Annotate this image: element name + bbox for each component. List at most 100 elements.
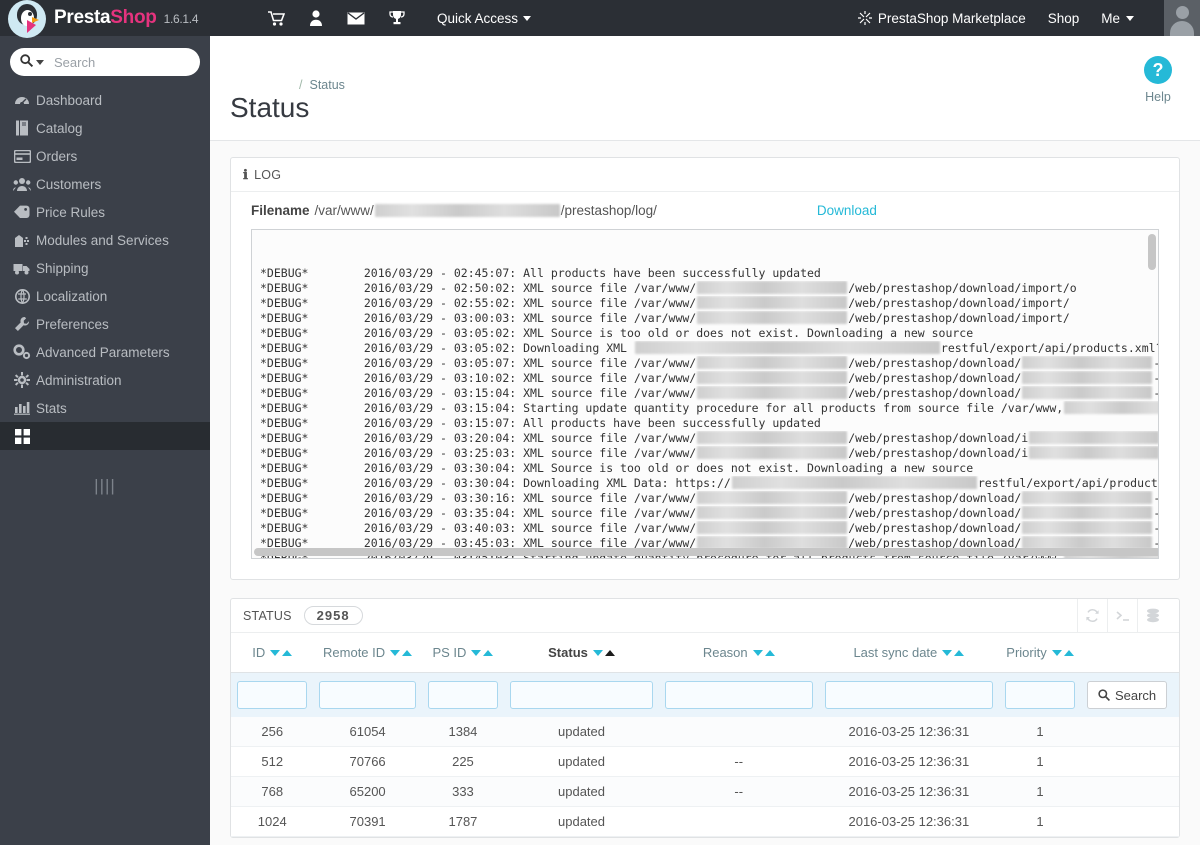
orders-icon (8, 149, 36, 163)
table-row[interactable]: 1024 70391 1787 updated 2016-03-25 12:36:31 1 (231, 806, 1179, 837)
me-menu[interactable]: Me (1101, 11, 1134, 26)
column-header-last_sync[interactable]: Last sync date (818, 633, 1000, 673)
column-header-remote_id[interactable]: Remote ID (313, 633, 422, 673)
sidebar-item-advanced-parameters[interactable]: Advanced Parameters (0, 338, 210, 366)
sort-desc-icon[interactable] (1051, 650, 1062, 656)
brand-logo[interactable]: PrestaShop 1.6.1.4 (0, 0, 210, 38)
avatar[interactable] (1164, 0, 1200, 36)
log-level: *DEBUG* (260, 281, 309, 295)
log-timestamp: 2016/03/29 - 03:15:04: (363, 401, 517, 415)
filter-input-ps_id[interactable] (427, 681, 499, 709)
sort-desc-icon[interactable] (471, 650, 482, 656)
sort-controls[interactable] (1051, 650, 1074, 656)
filter-input-status[interactable] (510, 681, 653, 709)
sort-controls[interactable] (471, 650, 494, 656)
filter-cell-reason (658, 672, 819, 717)
sort-controls[interactable] (390, 650, 413, 656)
filter-input-id[interactable] (237, 681, 308, 709)
filter-input-priority[interactable] (1005, 681, 1075, 709)
sidebar-item-administration[interactable]: Administration (0, 366, 210, 394)
sort-asc-icon[interactable] (954, 650, 965, 656)
cell-priority: 1 (999, 776, 1081, 807)
sidebar-collapse-toggle[interactable]: |||| (0, 476, 210, 496)
cart-icon[interactable] (268, 10, 285, 26)
log-message: XML source file /var/www/ (523, 356, 697, 370)
sort-asc-icon[interactable] (282, 650, 293, 656)
sort-asc-icon[interactable] (402, 650, 413, 656)
search-input[interactable] (52, 53, 190, 71)
sort-asc-icon[interactable] (483, 650, 494, 656)
brand-name-post: Shop (110, 7, 157, 28)
trophy-icon[interactable] (389, 10, 405, 26)
log-horizontal-scrollbar[interactable] (254, 548, 1158, 556)
sort-controls[interactable] (752, 650, 775, 656)
filter-cell-id (231, 672, 314, 717)
log-level: *DEBUG* (260, 341, 309, 355)
sort-desc-icon[interactable] (752, 650, 763, 656)
log-message-2: /web/prestashop/download/import/ (848, 281, 1070, 295)
log-redacted (697, 431, 848, 444)
mail-icon[interactable] (347, 11, 365, 25)
sidebar-item-label: Customers (36, 176, 102, 192)
column-header-reason[interactable]: Reason (658, 633, 819, 673)
customer-icon[interactable] (309, 10, 323, 26)
sidebar-item-modules-grid[interactable] (0, 422, 210, 450)
filename-suffix: /prestashop/log/ (560, 203, 657, 218)
sort-desc-icon[interactable] (270, 650, 281, 656)
administration-icon (8, 372, 36, 388)
status-count-badge: 2958 (303, 606, 363, 625)
search-button[interactable]: Search (1086, 681, 1168, 709)
marketplace-link[interactable]: PrestaShop Marketplace (857, 11, 1026, 26)
column-header-priority[interactable]: Priority (999, 633, 1081, 673)
log-output[interactable]: *DEBUG* 2016/03/29 - 02:45:07: All produ… (251, 229, 1159, 559)
cell-ps_id: 1787 (421, 806, 505, 837)
log-message-2: /web/prestashop/download/ (848, 371, 1022, 385)
sidebar-item-customers[interactable]: Customers (0, 170, 210, 198)
sidebar-item-catalog[interactable]: Catalog (0, 114, 210, 142)
refresh-icon[interactable] (1077, 598, 1107, 633)
filter-input-remote_id[interactable] (319, 681, 416, 709)
download-log-link[interactable]: Download (817, 203, 877, 218)
log-level: *DEBUG* (260, 521, 309, 535)
sidebar-item-shipping[interactable]: Shipping (0, 254, 210, 282)
sort-controls[interactable] (592, 650, 615, 656)
log-level: *DEBUG* (260, 371, 309, 385)
column-header-ps_id[interactable]: PS ID (421, 633, 505, 673)
sidebar-item-preferences[interactable]: Preferences (0, 310, 210, 338)
column-header-status[interactable]: Status (504, 633, 659, 673)
log-vertical-scrollbar[interactable] (1148, 234, 1156, 270)
log-line: *DEBUG* 2016/03/29 - 03:05:02: Downloadi… (260, 341, 1158, 356)
sidebar-item-dashboard[interactable]: Dashboard (0, 86, 210, 114)
status-table-header-row: ID Remote ID PS ID Status Reason Last sync da… (231, 633, 1179, 673)
sort-desc-icon[interactable] (390, 650, 401, 656)
help-button[interactable]: ? Help (1133, 56, 1183, 104)
table-row[interactable]: 256 61054 1384 updated 2016-03-25 12:36:31 1 (231, 717, 1179, 747)
table-row[interactable]: 512 70766 225 updated -- 2016-03-25 12:36:31 1 (231, 746, 1179, 777)
database-icon[interactable] (1137, 598, 1167, 633)
sort-desc-icon[interactable] (592, 650, 603, 656)
sidebar-item-modules-and-services[interactable]: Modules and Services (0, 226, 210, 254)
sidebar-item-localization[interactable]: Localization (0, 282, 210, 310)
sort-asc-icon[interactable] (1063, 650, 1074, 656)
sort-controls[interactable] (270, 650, 293, 656)
filter-input-last_sync[interactable] (824, 681, 994, 709)
sidebar-search[interactable] (10, 48, 200, 76)
column-header-id[interactable]: ID (231, 633, 314, 673)
shop-link[interactable]: Shop (1048, 11, 1080, 26)
quick-access-menu[interactable]: Quick Access (437, 11, 532, 26)
filter-input-reason[interactable] (664, 681, 813, 709)
sidebar-item-price-rules[interactable]: Price Rules (0, 198, 210, 226)
sort-asc-icon[interactable] (764, 650, 775, 656)
sidebar-item-orders[interactable]: Orders (0, 142, 210, 170)
sort-asc-icon[interactable] (604, 650, 615, 656)
log-timestamp: 2016/03/29 - 03:05:02: (363, 341, 517, 355)
sort-desc-icon[interactable] (942, 650, 953, 656)
breadcrumb-separator: / (299, 78, 303, 92)
log-line: *DEBUG* 2016/03/29 - 03:30:16: XML sourc… (260, 491, 1158, 506)
sidebar-item-stats[interactable]: Stats (0, 394, 210, 422)
sort-controls[interactable] (942, 650, 965, 656)
breadcrumb-current[interactable]: Status (309, 78, 344, 92)
search-scope-chevron-icon[interactable] (36, 59, 44, 65)
console-icon[interactable] (1107, 598, 1137, 633)
table-row[interactable]: 768 65200 333 updated -- 2016-03-25 12:36:31 1 (231, 776, 1179, 807)
